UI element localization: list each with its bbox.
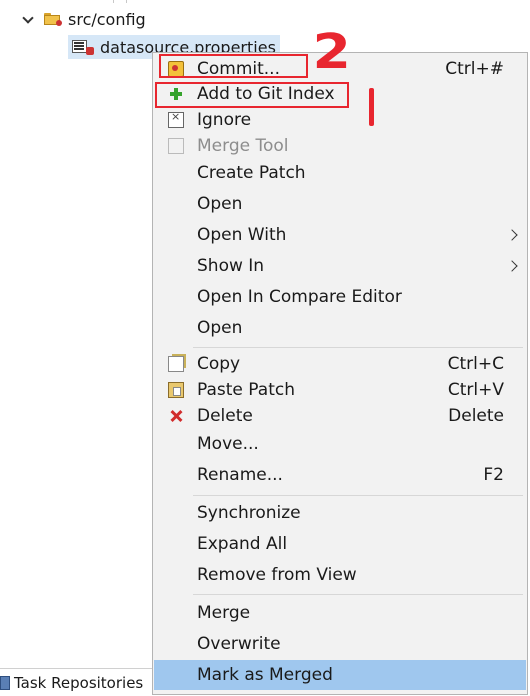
task-repositories-label: Task Repositories — [14, 673, 144, 692]
menu-item-accel: Ctrl+C — [447, 354, 504, 374]
menu-item-accel: Delete — [448, 406, 504, 426]
folder-icon — [44, 12, 62, 26]
menu-item-label: Remove from View — [197, 565, 357, 585]
menu-item-label: Move... — [197, 434, 259, 454]
menu-item-label: Create Patch — [197, 163, 306, 183]
tree-top-stub — [113, 0, 127, 3]
menu-item-label: Overwrite — [197, 634, 281, 654]
menu-item-open-with[interactable]: Open With — [154, 220, 526, 250]
menu-item-label: Expand All — [197, 534, 288, 554]
merge-tool-icon — [168, 138, 184, 154]
menu-item-label: Show In — [197, 256, 265, 276]
chevron-down-icon[interactable] — [22, 12, 36, 26]
annotation-box-add-to-git-index — [155, 82, 349, 108]
menu-item-label: Synchronize — [197, 503, 301, 523]
menu-item-accel: F2 — [483, 465, 504, 485]
menu-item-label: Paste Patch — [197, 380, 295, 400]
copy-icon — [168, 356, 184, 372]
tree-folder-label: src/config — [68, 9, 146, 29]
menu-item-label: Rename... — [197, 465, 283, 485]
menu-item-synchronize[interactable]: Synchronize — [154, 498, 526, 528]
ignore-icon — [168, 110, 184, 128]
menu-item-label: Open With — [197, 225, 287, 245]
menu-item-label: Mark as Merged — [197, 665, 333, 685]
menu-item-label: Open In Compare Editor — [197, 287, 402, 307]
annotation-box-commit — [159, 54, 308, 78]
properties-file-icon — [72, 39, 94, 55]
menu-item-label: Copy — [197, 354, 241, 374]
menu-item-move[interactable]: Move... — [154, 429, 526, 459]
menu-item-label: Delete — [197, 406, 253, 426]
menu-item-mark-as-merged[interactable]: Mark as Merged — [154, 660, 526, 690]
menu-separator — [193, 347, 523, 348]
chevron-right-icon — [506, 229, 518, 241]
menu-separator — [193, 594, 523, 595]
annotation-number-one — [369, 88, 374, 126]
task-repositories-icon — [0, 675, 10, 690]
menu-item-create-patch[interactable]: Create Patch — [154, 158, 526, 188]
menu-item-delete[interactable]: Delete Delete — [154, 401, 526, 431]
menu-item-rename[interactable]: Rename... F2 — [154, 460, 526, 490]
delete-icon — [168, 408, 184, 424]
paste-icon — [168, 382, 184, 398]
menu-item-show-in[interactable]: Show In — [154, 251, 526, 281]
menu-item-accel: Ctrl+V — [447, 380, 504, 400]
menu-item-open[interactable]: Open — [154, 189, 526, 219]
menu-item-merge-tool: Merge Tool — [154, 131, 526, 161]
menu-item-accel: Ctrl+# — [445, 59, 504, 79]
menu-item-label: Merge Tool — [197, 136, 289, 156]
menu-item-label: Merge — [197, 603, 251, 623]
chevron-right-icon — [506, 260, 518, 272]
tree-folder-row[interactable]: src/config — [22, 8, 146, 30]
menu-separator — [193, 495, 523, 496]
annotation-number-two: 2 — [312, 24, 351, 80]
menu-item-label: Ignore — [197, 110, 252, 130]
task-repositories-tab[interactable]: Task Repositories — [0, 668, 152, 696]
menu-item-overwrite[interactable]: Overwrite — [154, 629, 526, 659]
menu-item-expand-all[interactable]: Expand All — [154, 529, 526, 559]
menu-item-label: Open — [197, 194, 243, 214]
menu-item-merge[interactable]: Merge — [154, 598, 526, 628]
menu-item-open-2[interactable]: Open — [154, 313, 526, 343]
context-menu: Commit... Ctrl+# Add to Git Index Ignore… — [152, 52, 528, 695]
menu-item-remove-from-view[interactable]: Remove from View — [154, 560, 526, 590]
menu-item-open-in-compare-editor[interactable]: Open In Compare Editor — [154, 282, 526, 312]
menu-item-label: Open — [197, 318, 243, 338]
